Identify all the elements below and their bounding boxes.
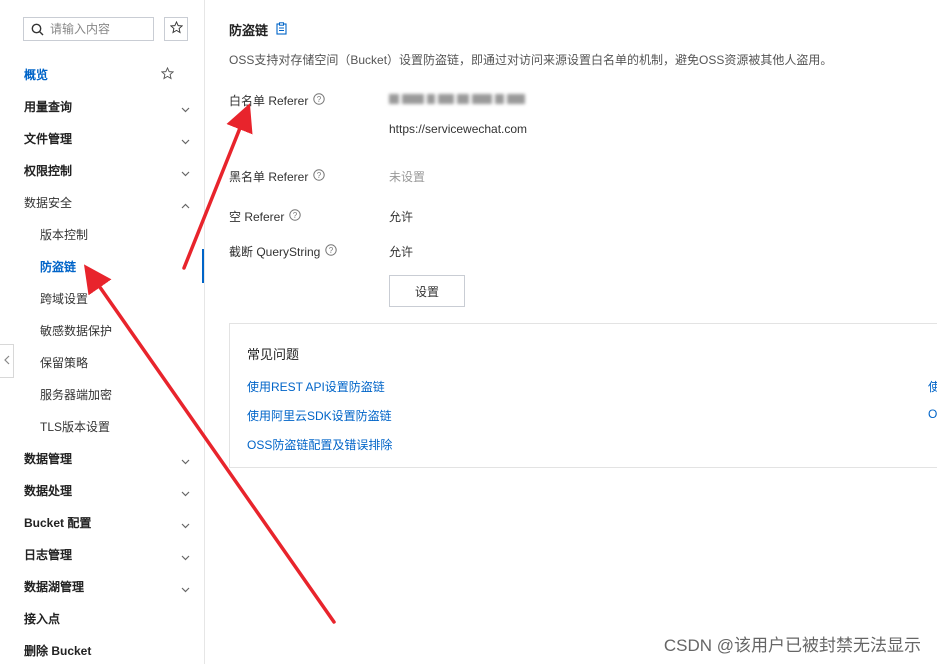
sidebar-item-label: 文件管理 [24,131,73,146]
sidebar-item-label: 数据湖管理 [24,579,85,594]
document-icon[interactable] [276,21,287,38]
settings-button[interactable]: 设置 [389,275,465,307]
sidebar-item-versioning[interactable]: 版本控制 [0,222,204,246]
search-box[interactable] [23,17,154,41]
faq-link-troubleshooting[interactable]: OSS防盗链配置及错误排除 [247,436,392,453]
sidebar-item-data-management[interactable]: 数据管理 [0,446,204,470]
faq-title: 常见问题 [247,347,300,362]
faq-link-rest-api[interactable]: 使用REST API设置防盗链 [247,378,385,395]
whitelist-label-text: 白名单 Referer [229,94,309,108]
sidebar-collapse-button[interactable] [0,344,14,378]
active-indicator [202,249,204,283]
sidebar-item-label: Bucket 配置 [24,515,92,530]
help-icon[interactable]: ? [313,169,326,184]
svg-text:?: ? [317,95,322,104]
chevron-down-icon [181,550,190,564]
sidebar-item-data-lake[interactable]: 数据湖管理 [0,574,204,598]
sidebar-item-label: 权限控制 [24,163,73,178]
sidebar-item-label: 数据管理 [24,451,73,466]
blacklist-value: 未设置 [389,170,426,184]
sidebar-item-overview[interactable]: 概览 [0,62,204,86]
faq-link-sdk[interactable]: 使用阿里云SDK设置防盗链 [247,407,392,424]
truncate-querystring-value: 允许 [389,245,414,259]
sidebar-item-access-points[interactable]: 接入点 [0,606,204,630]
chevron-down-icon [181,102,190,116]
main-content: 防盗链 OSS支持对存储空间（Bucket）设置防盗链，即通过对访问来源设置白名… [205,0,937,664]
empty-referer-label-text: 空 Referer [229,210,285,224]
chevron-down-icon [181,134,190,148]
chevron-down-icon [181,454,190,468]
chevron-down-icon [181,486,190,500]
chevron-up-icon [181,198,190,212]
page-title-text: 防盗链 [229,23,269,38]
sidebar-item-encryption[interactable]: 服务器端加密 [0,382,204,406]
sidebar-item-label: 防盗链 [40,259,77,274]
sidebar-item-label: 服务器端加密 [40,387,113,402]
empty-referer-value: 允许 [389,210,414,224]
faq-link-right-2[interactable]: O [928,407,937,421]
empty-referer-label: 空 Referer ? [229,208,302,225]
search-icon [24,23,50,36]
sidebar-item-label: 用量查询 [24,99,73,114]
chevron-down-icon [181,518,190,532]
favorite-button[interactable] [164,17,188,41]
watermark: CSDN @该用户已被封禁无法显示 [663,636,921,655]
sidebar-item-logs[interactable]: 日志管理 [0,542,204,566]
page-description: OSS支持对存储空间（Bucket）设置防盗链，即通过对访问来源设置白名单的机制… [229,53,833,67]
blacklist-label-text: 黑名单 Referer [229,170,309,184]
sidebar-item-tls[interactable]: TLS版本设置 [0,414,204,438]
sidebar-item-label: 概览 [24,67,49,82]
sidebar-item-label: 接入点 [24,611,61,626]
sidebar-item-label: 数据处理 [24,483,73,498]
sidebar-item-label: 日志管理 [24,547,73,562]
sidebar-item-label: 版本控制 [40,227,89,242]
sidebar-item-label: TLS版本设置 [40,419,111,434]
sidebar: 概览 用量查询 文件管理 权限控制 数据安全 版本控制 防盗链 跨域设置 敏感数… [0,0,205,664]
chevron-down-icon [181,166,190,180]
sidebar-item-label: 数据安全 [24,195,73,210]
chevron-down-icon [181,582,190,596]
search-input[interactable] [50,22,150,36]
faq-link-right-1[interactable]: 使 [928,378,937,395]
blacklist-label: 黑名单 Referer ? [229,168,326,185]
whitelist-label: 白名单 Referer ? [229,92,326,109]
sidebar-item-cors[interactable]: 跨域设置 [0,286,204,310]
sidebar-item-label: 敏感数据保护 [40,323,113,338]
svg-text:?: ? [329,246,334,255]
redacted-value [389,94,534,106]
sidebar-item-delete-bucket[interactable]: 删除 Bucket [0,638,204,662]
sidebar-item-sensitive-data[interactable]: 敏感数据保护 [0,318,204,342]
star-icon [169,20,183,37]
sidebar-item-data-processing[interactable]: 数据处理 [0,478,204,502]
sidebar-item-retention[interactable]: 保留策略 [0,350,204,374]
faq-panel: 常见问题 使用REST API设置防盗链 使用阿里云SDK设置防盗链 OSS防盗… [229,323,937,468]
sidebar-item-usage[interactable]: 用量查询 [0,94,204,118]
help-icon[interactable]: ? [289,209,302,224]
sidebar-item-label: 保留策略 [40,355,89,370]
truncate-querystring-label-text: 截断 QueryString [229,245,321,259]
sidebar-item-label: 跨域设置 [40,291,89,306]
sidebar-item-files[interactable]: 文件管理 [0,126,204,150]
svg-text:?: ? [293,211,298,220]
whitelist-value: https://servicewechat.com [389,122,528,136]
svg-text:?: ? [317,171,322,180]
truncate-querystring-label: 截断 QueryString ? [229,243,338,260]
star-icon[interactable] [160,66,175,83]
sidebar-item-permissions[interactable]: 权限控制 [0,158,204,182]
help-icon[interactable]: ? [313,93,326,108]
sidebar-item-label: 删除 Bucket [24,643,92,658]
sidebar-item-data-security[interactable]: 数据安全 [0,190,204,214]
chevron-left-icon [3,354,10,368]
help-icon[interactable]: ? [325,244,338,259]
sidebar-item-hotlink-protection[interactable]: 防盗链 [0,254,204,278]
sidebar-item-bucket-config[interactable]: Bucket 配置 [0,510,204,534]
page-title: 防盗链 [229,20,287,39]
